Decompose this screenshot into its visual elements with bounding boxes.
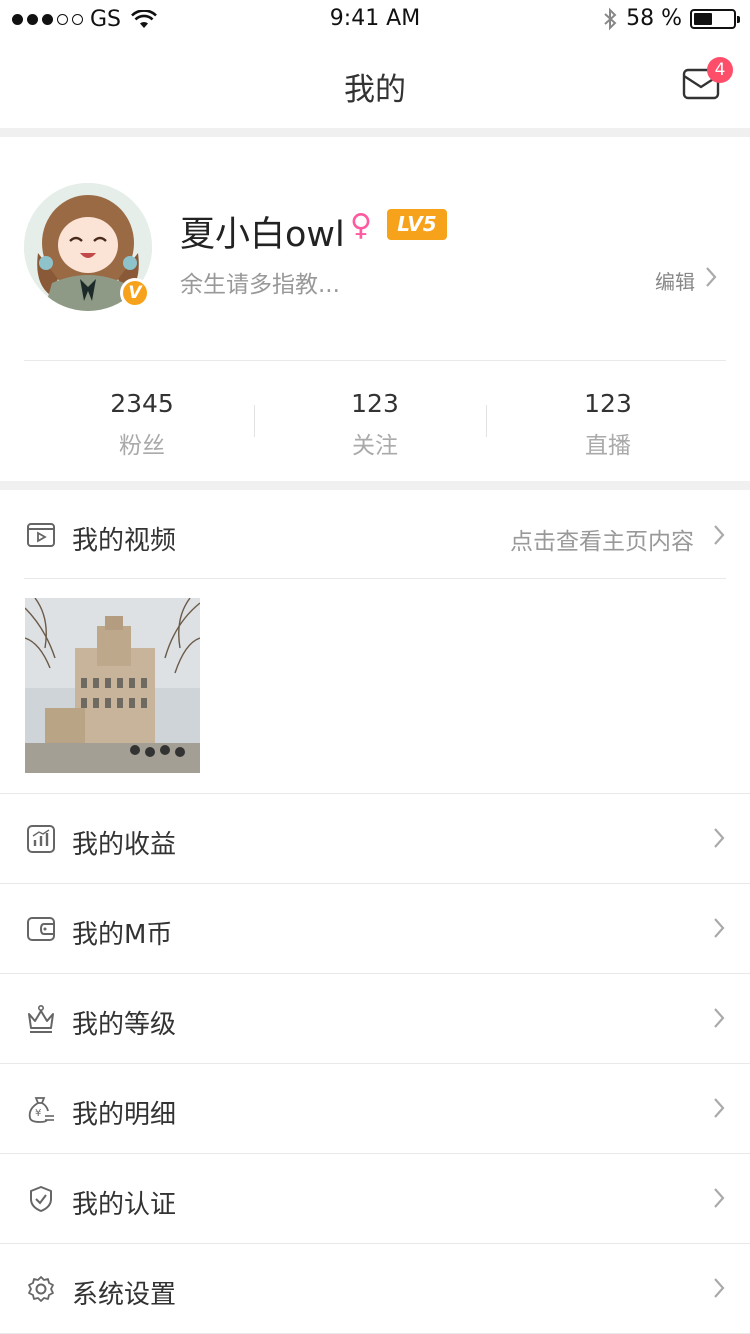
section-divider (0, 481, 750, 490)
username: 夏小白owl (180, 215, 345, 255)
menu-item-level[interactable]: 我的等级 (0, 974, 750, 1063)
chevron-right-icon (714, 828, 725, 848)
menu-label: 我的认证 (72, 1190, 177, 1220)
bluetooth-icon (604, 7, 617, 30)
status-right: 58 % (602, 6, 740, 31)
chevron-right-icon (714, 525, 725, 545)
money-bag-icon: ¥ (28, 1097, 54, 1123)
stat-value: 2345 (110, 389, 174, 418)
level-badge: LV5 (387, 209, 447, 240)
svg-text:¥: ¥ (35, 1108, 41, 1119)
menu-label: 我的M币 (72, 920, 173, 950)
female-gender-icon: ♀ (350, 208, 372, 243)
menu-item-verification[interactable]: 我的认证 (0, 1154, 750, 1243)
chevron-right-icon (714, 918, 725, 938)
user-bio: 余生请多指教... (180, 272, 340, 298)
profile-screen: GS 9:41 AM 58 % 我的 4 V 夏小白owl ♀ LV5 余生请多… (0, 0, 750, 1334)
menu-item-earnings[interactable]: 我的收益 (0, 794, 750, 883)
chevron-right-icon (714, 1008, 725, 1028)
menu-label: 我的收益 (72, 830, 177, 860)
page-title: 我的 (344, 72, 406, 108)
my-videos-hint: 点击查看主页内容 (510, 529, 694, 555)
section-divider (0, 128, 750, 137)
battery-percent: 58 % (626, 6, 682, 31)
status-bar: GS 9:41 AM 58 % (0, 0, 750, 40)
video-thumbnail[interactable] (25, 598, 200, 773)
video-thumbnail-image (25, 598, 200, 773)
menu-label: 我的等级 (72, 1010, 177, 1040)
stat-divider (486, 405, 487, 437)
menu-item-m-coins[interactable]: 我的M币 (0, 884, 750, 973)
stat-value: 123 (351, 389, 399, 418)
chevron-right-icon (714, 1098, 725, 1118)
stat-label: 粉丝 (119, 433, 165, 459)
menu-label: 系统设置 (72, 1280, 177, 1310)
stat-label: 关注 (352, 433, 398, 459)
divider (24, 578, 726, 579)
shield-check-icon (30, 1186, 52, 1212)
stat-divider (254, 405, 255, 437)
stat-value: 123 (584, 389, 632, 418)
stat-label: 直播 (585, 433, 631, 459)
video-icon (27, 523, 55, 547)
gear-icon (28, 1276, 54, 1302)
my-videos-row[interactable]: 我的视频 点击查看主页内容 (0, 490, 750, 578)
edit-profile-link[interactable]: 编辑 (655, 266, 695, 295)
stat-fans[interactable]: 2345 粉丝 (26, 389, 258, 460)
menu-item-details[interactable]: ¥ 我的明细 (0, 1064, 750, 1153)
menu-label: 我的明细 (72, 1100, 177, 1130)
chevron-right-icon (714, 1278, 725, 1298)
battery-icon (690, 8, 740, 29)
menu-item-settings[interactable]: 系统设置 (0, 1244, 750, 1333)
stat-following[interactable]: 123 关注 (259, 389, 491, 460)
my-videos-label: 我的视频 (72, 526, 177, 556)
chevron-right-icon (714, 1188, 725, 1208)
chevron-right-icon[interactable] (704, 266, 718, 288)
stat-live[interactable]: 123 直播 (492, 389, 724, 460)
wallet-icon (27, 917, 55, 941)
chart-icon (27, 825, 55, 853)
verified-badge: V (120, 278, 150, 308)
crown-icon (28, 1004, 54, 1033)
unread-badge: 4 (707, 57, 733, 83)
divider (24, 360, 726, 361)
